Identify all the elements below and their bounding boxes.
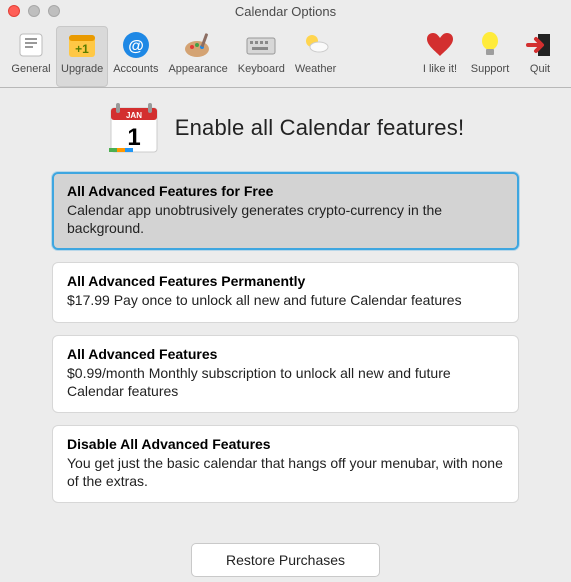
plan-title: All Advanced Features — [67, 346, 504, 362]
plan-title: Disable All Advanced Features — [67, 436, 504, 452]
plan-desc: $0.99/month Monthly subscription to unlo… — [67, 364, 504, 400]
toolbar-label: Upgrade — [61, 63, 103, 75]
toolbar-keyboard[interactable]: Keyboard — [233, 26, 290, 87]
toolbar-label: Appearance — [168, 63, 227, 75]
toolbar-general[interactable]: General — [6, 26, 56, 87]
plan-desc: $17.99 Pay once to unlock all new and fu… — [67, 291, 504, 309]
restore-section: Restore Purchases — [10, 543, 561, 577]
heart-icon — [424, 29, 456, 61]
toolbar-appearance[interactable]: Appearance — [163, 26, 232, 87]
content-area: JAN 1 Enable all Calendar features! All … — [0, 88, 571, 577]
keyboard-icon — [245, 29, 277, 61]
plan-desc: Calendar app unobtrusively generates cry… — [67, 201, 504, 237]
general-icon — [15, 29, 47, 61]
hero-title: Enable all Calendar features! — [175, 115, 465, 141]
toolbar-label: Support — [471, 63, 510, 75]
titlebar: Calendar Options — [0, 0, 571, 22]
plan-desc: You get just the basic calendar that han… — [67, 454, 504, 490]
toolbar-accounts[interactable]: @ Accounts — [108, 26, 163, 87]
plan-free[interactable]: All Advanced Features for Free Calendar … — [52, 172, 519, 250]
plan-permanent[interactable]: All Advanced Features Permanently $17.99… — [52, 262, 519, 322]
toolbar-label: General — [11, 63, 50, 75]
plan-title: All Advanced Features for Free — [67, 183, 504, 199]
toolbar-quit[interactable]: Quit — [515, 26, 565, 87]
lightbulb-icon — [474, 29, 506, 61]
svg-text:@: @ — [128, 38, 144, 55]
plan-disable[interactable]: Disable All Advanced Features You get ju… — [52, 425, 519, 503]
exit-icon — [524, 29, 556, 61]
toolbar-upgrade[interactable]: +1 Upgrade — [56, 26, 108, 87]
toolbar-weather[interactable]: Weather — [290, 26, 341, 87]
plan-monthly[interactable]: All Advanced Features $0.99/month Monthl… — [52, 335, 519, 413]
toolbar-support[interactable]: Support — [465, 26, 515, 87]
toolbar: General +1 Upgrade @ Accounts Appearance… — [0, 22, 571, 88]
weather-icon — [300, 29, 332, 61]
svg-text:+1: +1 — [75, 42, 89, 56]
calendar-day: 1 — [127, 124, 140, 151]
palette-icon — [182, 29, 214, 61]
plan-title: All Advanced Features Permanently — [67, 273, 504, 289]
plan-options: All Advanced Features for Free Calendar … — [10, 172, 561, 503]
toolbar-label: I like it! — [423, 63, 457, 75]
calendar-month: JAN — [126, 111, 142, 120]
accounts-icon: @ — [120, 29, 152, 61]
calendar-icon: JAN 1 — [107, 100, 161, 156]
hero: JAN 1 Enable all Calendar features! — [10, 100, 561, 156]
restore-purchases-button[interactable]: Restore Purchases — [191, 543, 380, 577]
upgrade-icon: +1 — [66, 29, 98, 61]
toolbar-like[interactable]: I like it! — [415, 26, 465, 87]
toolbar-label: Quit — [530, 63, 550, 75]
toolbar-label: Keyboard — [238, 63, 285, 75]
toolbar-label: Accounts — [113, 63, 158, 75]
window-title: Calendar Options — [0, 4, 571, 19]
toolbar-label: Weather — [295, 63, 336, 75]
